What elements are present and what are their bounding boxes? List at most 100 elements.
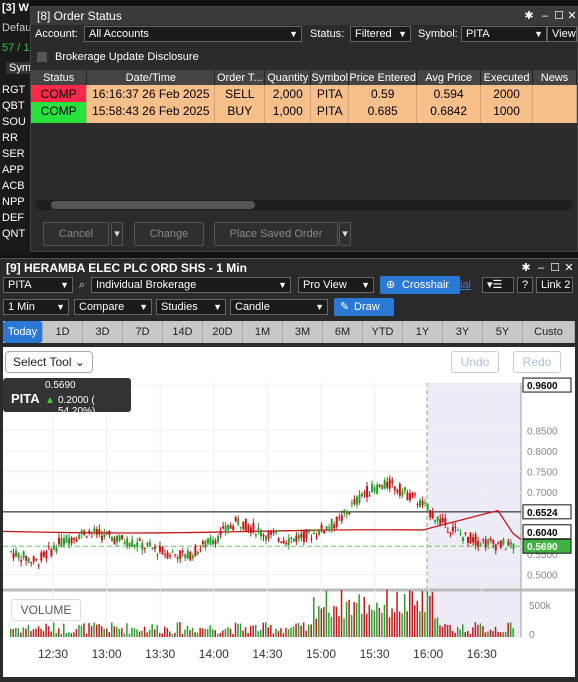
watchlist-symbol[interactable]: QBT [2, 100, 25, 112]
close-icon[interactable]: ✕ [566, 10, 578, 22]
candle-body [186, 550, 189, 559]
watchlist-symbol[interactable]: SOU [2, 116, 26, 128]
watchlist-symbol[interactable]: RR [2, 132, 18, 144]
volume-bar [504, 631, 507, 637]
range-3y[interactable]: 3Y [443, 321, 483, 343]
search-icon[interactable]: ⌕ [76, 279, 88, 291]
column-header[interactable]: Date/Time [86, 70, 216, 85]
minimize-icon[interactable]: – [535, 262, 547, 274]
range-5y[interactable]: 5Y [483, 321, 523, 343]
price-tick-label: 0.8500 [527, 426, 558, 437]
watchlist-symbol[interactable]: NPP [2, 196, 25, 208]
column-header[interactable]: Price Entered [348, 70, 418, 85]
candle-body [371, 484, 374, 493]
order-row[interactable]: COMP 15:58:43 26 Feb 2025 BUY 1,000 PITA 0.68… [31, 102, 577, 119]
column-header[interactable]: Executed [480, 70, 534, 85]
studies-select[interactable]: Studies ▼ [156, 299, 226, 315]
volume-bar [103, 628, 105, 637]
postmarket-shade [427, 383, 521, 637]
candle-body [212, 540, 214, 545]
place-saved-dropdown-button[interactable]: ▾ [339, 222, 351, 246]
status-select[interactable]: Filtered ▼ [350, 26, 411, 42]
crosshair-button[interactable]: ⊕ Crosshair [380, 276, 460, 294]
change-order-button[interactable]: Change [134, 222, 204, 246]
minimize-icon[interactable]: – [539, 10, 551, 22]
watchlist-sym-header[interactable]: Sym [6, 62, 30, 74]
volume-bar [199, 627, 201, 637]
range-1m[interactable]: 1M [243, 321, 283, 343]
chart-window: [9] HERAMBA ELEC PLC ORD SHS - 1 Min ✱ –… [0, 258, 578, 682]
range-custo[interactable]: Custo [523, 321, 575, 343]
watchlist-symbol[interactable]: SER [2, 148, 25, 160]
volume-bar [467, 631, 469, 637]
volume-bar [156, 624, 158, 637]
maximize-icon[interactable]: ☐ [549, 262, 561, 274]
column-header[interactable]: Quantity [264, 70, 312, 85]
column-header[interactable]: Avg Price [416, 70, 482, 85]
symbol-select[interactable]: PITA ▼ [461, 26, 547, 42]
range-6m[interactable]: 6M [323, 321, 363, 343]
range-14d[interactable]: 14D [163, 321, 203, 343]
chart-menu-button[interactable]: ▾☰ [482, 277, 514, 293]
close-icon[interactable]: ✕ [563, 262, 575, 274]
candle-body [338, 517, 341, 519]
volume-bar [121, 628, 123, 637]
disclosure-checkbox-icon[interactable] [37, 52, 47, 62]
tutorial-link[interactable]: ial [460, 279, 471, 291]
candle-body [217, 535, 220, 542]
account-select[interactable]: Individual Brokerage ▼ [91, 277, 291, 293]
link-group-button[interactable]: Link 2 [536, 277, 573, 293]
candle-body [78, 534, 81, 540]
draw-button[interactable]: ✎ Draw [334, 298, 394, 316]
range-7d[interactable]: 7D [123, 321, 163, 343]
brokerage-disclosure-link[interactable]: Brokerage Update Disclosure [55, 51, 199, 63]
account-select[interactable]: All Accounts ▼ [84, 26, 302, 42]
range-today[interactable]: Today [3, 321, 43, 343]
watchlist-symbol[interactable]: QNT [2, 228, 25, 240]
range-ytd[interactable]: YTD [363, 321, 403, 343]
scrollbar-thumb[interactable] [51, 201, 255, 209]
cancel-dropdown-button[interactable]: ▾ [111, 222, 123, 246]
volume-bar [105, 628, 108, 637]
order-cell-datetime: 16:16:37 26 Feb 2025 [86, 85, 216, 102]
help-button[interactable]: ? [517, 277, 533, 293]
volume-bar [88, 623, 90, 637]
candle-body [70, 537, 73, 544]
volume-bar [444, 623, 446, 637]
volume-bar [98, 624, 100, 637]
watchlist-symbol[interactable]: ACB [2, 180, 25, 192]
cancel-order-button[interactable]: Cancel [43, 222, 109, 246]
maximize-icon[interactable]: ☐ [553, 10, 565, 22]
volume-bar [229, 628, 232, 637]
order-row[interactable]: COMP 16:16:37 26 Feb 2025 SELL 2,000 PITA 0.5… [31, 85, 577, 102]
settings-icon[interactable]: ✱ [523, 10, 535, 22]
interval-select[interactable]: 1 Min ▼ [3, 299, 69, 315]
watchlist-symbol[interactable]: DEF [2, 212, 24, 224]
watchlist-symbol[interactable]: RGT [2, 84, 25, 96]
range-3d[interactable]: 3D [83, 321, 123, 343]
column-header[interactable]: Order T... [214, 70, 266, 85]
candle-body [436, 516, 439, 521]
watchlist-symbol[interactable]: APP [2, 164, 24, 176]
column-header[interactable]: News [532, 70, 577, 85]
column-header[interactable]: Symbol [310, 70, 350, 85]
horizontal-scrollbar[interactable] [35, 200, 573, 210]
candle-body [224, 525, 227, 532]
settings-icon[interactable]: ✱ [520, 262, 532, 274]
range-1y[interactable]: 1Y [403, 321, 443, 343]
column-header[interactable]: Status [31, 70, 88, 85]
chart-symbol-select[interactable]: PITA ▼ [3, 277, 73, 293]
place-saved-order-button[interactable]: Place Saved Order [214, 222, 338, 246]
range-20d[interactable]: 20D [203, 321, 243, 343]
candle-body [477, 541, 480, 547]
candle-body [272, 531, 275, 533]
chart-type-select[interactable]: Candle ▼ [230, 299, 328, 315]
range-1d[interactable]: 1D [43, 321, 83, 343]
view-button[interactable]: View [547, 26, 577, 42]
watchlist-default[interactable]: Defau [2, 22, 30, 34]
compare-select[interactable]: Compare ▼ [74, 299, 152, 315]
pro-view-select[interactable]: Pro View ▼ [298, 277, 374, 293]
price-box-last-text: 0.5690 [527, 542, 558, 553]
range-3m[interactable]: 3M [283, 321, 323, 343]
volume-bar [63, 623, 65, 637]
